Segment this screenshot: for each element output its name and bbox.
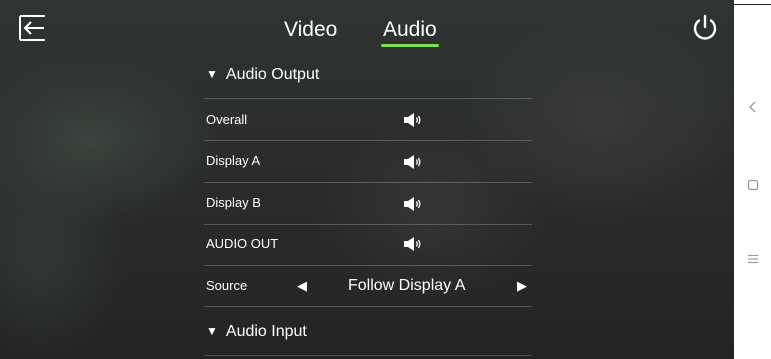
divider [204,98,532,99]
audio-output-title: Audio Output [225,66,320,83]
divider [204,224,532,225]
square-icon[interactable] [734,178,771,194]
power-button[interactable] [690,13,720,43]
audio-output-header[interactable]: ▼ Audio Output [206,64,319,86]
speaker-icon[interactable] [403,155,423,169]
divider [204,355,532,356]
exit-arrow-icon [19,15,45,41]
divider [204,306,532,307]
power-icon [693,14,717,40]
divider [204,265,532,266]
chevron-left-icon[interactable] [734,100,771,117]
output-label-overall: Overall [206,112,248,127]
speaker-icon[interactable] [403,197,423,211]
tab-audio[interactable]: Audio [383,16,437,44]
divider [204,182,532,183]
system-nav-bar [734,5,771,359]
speaker-icon[interactable] [403,237,423,251]
active-tab-indicator [381,44,439,47]
collapse-triangle-icon: ▼ [206,67,218,81]
source-next-arrow-icon[interactable]: ▶ [517,277,527,295]
divider [204,140,532,141]
speaker-icon[interactable] [403,113,423,127]
output-label-display-b: Display B [206,195,261,210]
exit-button[interactable] [18,14,46,42]
menu-icon[interactable] [734,251,771,267]
source-value: Follow Display A [348,277,466,294]
audio-input-title: Audio Input [225,323,307,340]
collapse-triangle-icon: ▼ [206,324,218,338]
output-label-audio-out: AUDIO OUT [206,236,279,251]
source-label: Source [206,278,248,293]
audio-input-header[interactable]: ▼ Audio Input [206,321,307,343]
tab-video[interactable]: Video [284,16,337,44]
source-prev-arrow-icon[interactable]: ◀ [297,277,307,295]
output-label-display-a: Display A [206,153,261,168]
audio-settings-screen: Video Audio ▼ Audio Output Overall Displa… [0,0,734,359]
